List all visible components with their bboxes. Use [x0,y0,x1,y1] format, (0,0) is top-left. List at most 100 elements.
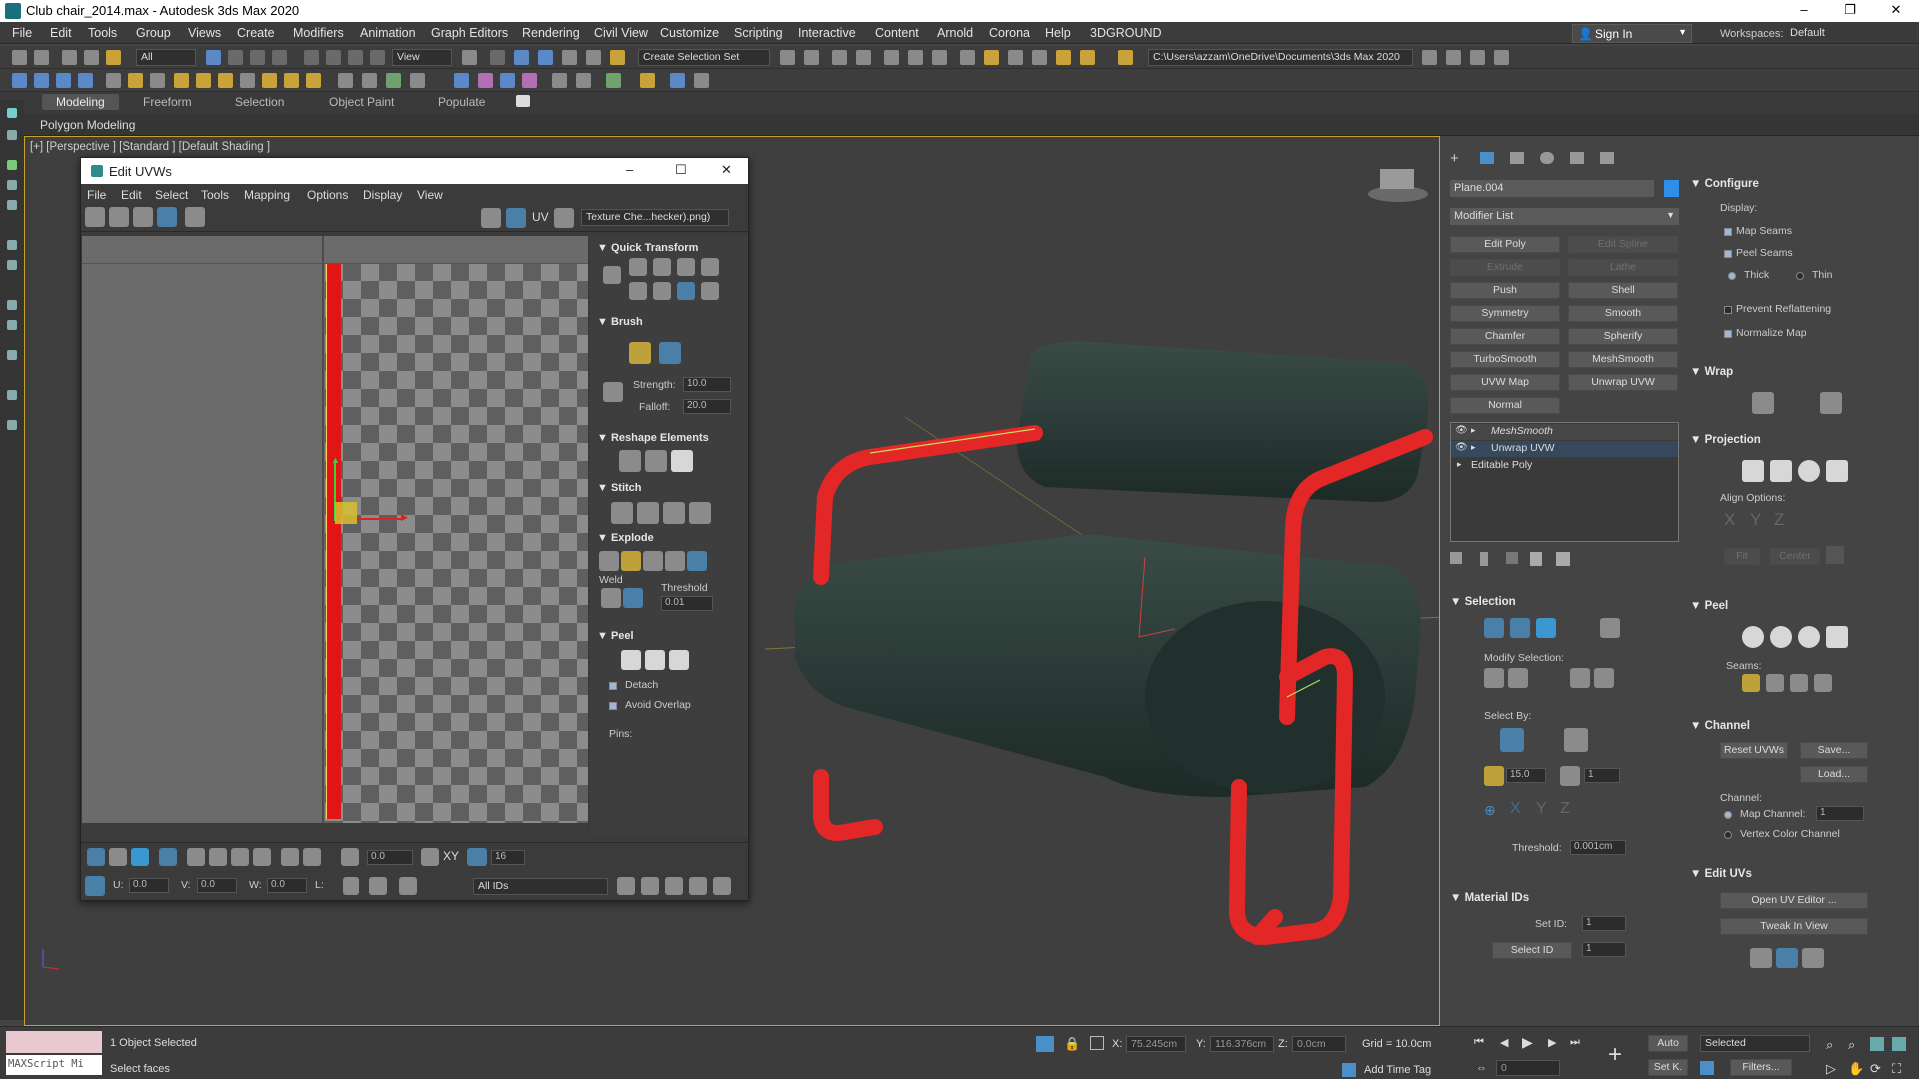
key-filters-button[interactable]: Filters... [1730,1059,1792,1076]
expand-icon[interactable]: ▸ [1471,442,1476,453]
sun-icon[interactable] [284,73,299,88]
reset-projection-icon[interactable] [1826,546,1844,564]
reset-peel-icon[interactable] [1798,626,1820,648]
detach-icon[interactable] [621,551,641,571]
quick-peel-icon[interactable] [621,650,641,670]
scene-icon[interactable] [7,130,17,140]
stitch-header[interactable]: ▼ Stitch [597,482,642,494]
torus-icon[interactable] [240,73,255,88]
hierarchy-icon[interactable] [150,73,165,88]
normalize-map-checkbox[interactable] [1724,330,1732,338]
avoid-overlap-checkbox[interactable] [609,702,617,710]
u-spinner[interactable]: 0.0 [129,878,169,893]
ring-icon[interactable] [231,848,249,866]
light-icon[interactable] [78,73,93,88]
weld-selected-icon[interactable] [601,588,621,608]
load-uvws-button[interactable]: Load... [1800,766,1868,783]
brush-falloff-icon[interactable] [603,382,623,402]
menu-arnold[interactable]: Arnold [937,26,973,40]
project-folder-icon[interactable] [1422,50,1437,65]
prevent-reflattening-checkbox[interactable] [1724,306,1732,314]
weld-target-icon[interactable] [623,588,643,608]
peel-rollout-header[interactable]: ▼ Peel [1690,600,1728,612]
select-id-spinner[interactable]: 1 [1582,942,1626,957]
arnold-icon[interactable] [478,73,493,88]
uv-freeform-icon[interactable] [157,207,177,227]
polygon-modeling-label[interactable]: Polygon Modeling [40,118,135,132]
uvw-menu-file[interactable]: File [87,188,106,202]
map-channel-radio[interactable] [1724,811,1732,819]
redo-icon[interactable] [34,50,49,65]
open-uv-editor-button[interactable]: Open UV Editor ... [1720,892,1868,909]
save-project-icon[interactable] [1470,50,1485,65]
material-editor-icon[interactable] [960,50,975,65]
uv-space-label[interactable]: UV [532,210,549,224]
freeze-icon[interactable] [399,877,417,895]
y-coord-field[interactable]: 116.376cm [1210,1036,1274,1052]
mirror-x-icon[interactable]: ⊕ [1484,802,1496,819]
explode-header[interactable]: ▼ Explode [597,532,654,544]
rendered-frame-icon[interactable] [1008,50,1023,65]
menu-interactive[interactable]: Interactive [798,26,856,40]
modifier-button[interactable]: Symmetry [1450,305,1560,322]
eye-icon[interactable]: 👁 [1455,425,1468,436]
stitch-custom-icon[interactable] [689,502,711,524]
detach-checkbox[interactable] [609,682,617,690]
modifier-button[interactable]: Edit Poly [1450,236,1560,253]
menu-customize[interactable]: Customize [660,26,719,40]
lock-icon[interactable] [343,877,359,895]
ribbon-toggle-icon[interactable] [884,50,899,65]
material-ids-header[interactable]: ▼ Material IDs [1450,892,1529,904]
tab-modeling[interactable]: Modeling [42,94,119,110]
vertex-mode-icon[interactable] [87,848,105,866]
map-channel-spinner[interactable]: 1 [1816,806,1864,821]
modifier-button[interactable]: Normal [1450,397,1560,414]
select-icon[interactable] [7,200,17,210]
brush-header[interactable]: ▼ Brush [597,316,643,328]
maximize-button[interactable]: ❐ [1827,2,1873,22]
ribbon-options-icon[interactable] [516,95,530,107]
stack-item-editable-poly[interactable]: ▸ Editable Poly [1451,458,1678,474]
pin-icon[interactable] [640,73,655,88]
axis-z-icon[interactable]: Z [1560,800,1570,818]
eye-icon[interactable] [7,390,17,400]
edit-uvws-titlebar[interactable]: Edit UVWs – ☐ ✕ [81,158,748,184]
fit-button[interactable]: Fit [1724,548,1760,565]
utilities-tab-icon[interactable] [1600,152,1614,164]
modifier-button[interactable]: Smooth [1568,305,1678,322]
spacewarp-icon[interactable] [338,73,353,88]
align-icon[interactable] [804,50,819,65]
container-icon[interactable] [34,73,49,88]
grow-icon[interactable] [187,848,205,866]
axis-y-icon[interactable]: Y [1536,800,1547,818]
thick-radio[interactable] [1728,272,1736,280]
linear-align-icon[interactable] [701,282,719,300]
zoom-icon[interactable] [641,877,659,895]
rotate-uv-gizmo-icon[interactable] [1776,948,1798,968]
reset-uvws-button[interactable]: Reset UVWs [1720,742,1788,759]
modifier-button[interactable]: Unwrap UVW [1568,374,1678,391]
uvw-maximize-button[interactable]: ☐ [675,162,687,178]
x-coord-field[interactable]: 75.245cm [1126,1036,1186,1052]
workspace-dropdown[interactable]: Default [1786,25,1916,42]
stitch-average-icon[interactable] [637,502,659,524]
cylinder-icon[interactable] [218,73,233,88]
vertex-color-radio[interactable] [1724,831,1732,839]
menu-animation[interactable]: Animation [360,26,416,40]
expand-seams-icon[interactable] [1814,674,1832,692]
box-icon[interactable] [174,73,189,88]
percent-snap-icon[interactable] [562,50,577,65]
rectangular-selection-icon[interactable] [250,50,265,65]
hair-icon[interactable] [410,73,425,88]
link-icon[interactable] [62,50,77,65]
space-horizontal-icon[interactable] [653,282,671,300]
zoom-icon[interactable]: ⌕ [1826,1037,1833,1053]
menu-modifiers[interactable]: Modifiers [293,26,344,40]
modifier-button[interactable]: Edit Spline [1568,236,1678,253]
menu-group[interactable]: Group [136,26,171,40]
object-color-swatch[interactable] [1664,180,1679,197]
wrap-header[interactable]: ▼ Wrap [1690,366,1733,378]
set-id-spinner[interactable]: 1 [1582,916,1626,931]
show-end-result-icon[interactable] [1480,552,1488,566]
weld-threshold-spinner[interactable]: 0.01 [661,596,713,611]
